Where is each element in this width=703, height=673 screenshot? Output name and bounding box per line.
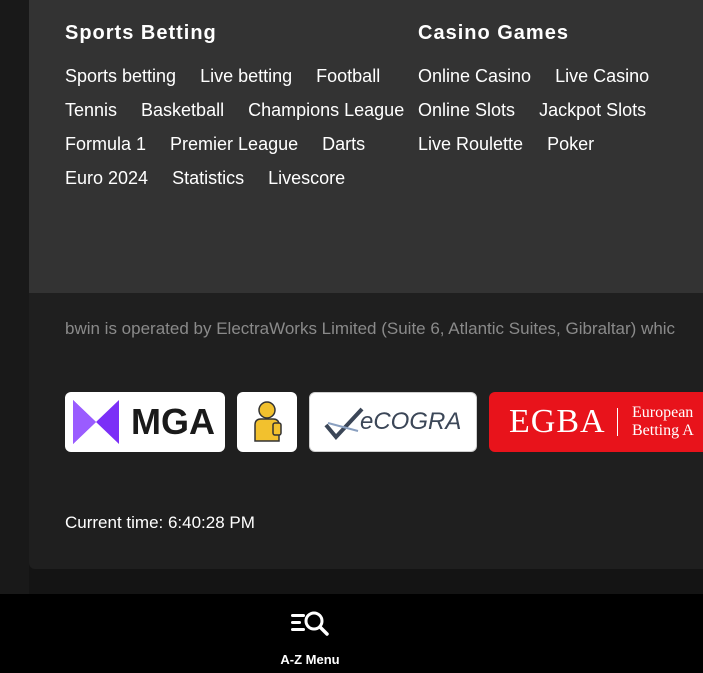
az-menu-button[interactable]: A-Z Menu <box>260 594 360 673</box>
mga-logo[interactable]: MGA <box>65 392 225 452</box>
link-jackpot-slots[interactable]: Jackpot Slots <box>539 93 646 127</box>
link-online-slots[interactable]: Online Slots <box>418 93 515 127</box>
link-poker[interactable]: Poker <box>547 127 594 161</box>
egba-logo-text: EGBA <box>509 403 606 440</box>
egba-logo[interactable]: EGBA European Betting A <box>489 392 703 452</box>
footer-links-area: Sports Betting Sports betting Live betti… <box>29 0 703 293</box>
menu-search-icon <box>291 611 329 636</box>
egba-separator <box>617 408 618 436</box>
person-icon <box>254 401 282 442</box>
operator-disclaimer: bwin is operated by ElectraWorks Limited… <box>65 319 676 338</box>
ecogra-logo-text: eCOGRA <box>360 408 462 435</box>
bottom-navigation-bar: A-Z Menu <box>0 594 703 673</box>
link-live-casino[interactable]: Live Casino <box>555 59 649 93</box>
sports-betting-column: Sports Betting Sports betting Live betti… <box>65 20 405 195</box>
link-euro-2024[interactable]: Euro 2024 <box>65 161 148 195</box>
link-live-roulette[interactable]: Live Roulette <box>418 127 523 161</box>
sports-betting-links: Sports betting Live betting Football Ten… <box>65 59 405 195</box>
site-footer: Sports Betting Sports betting Live betti… <box>29 0 703 569</box>
link-live-betting[interactable]: Live betting <box>200 59 292 93</box>
link-formula-1[interactable]: Formula 1 <box>65 127 146 161</box>
egba-subtitle-line-2: Betting A <box>632 422 694 439</box>
current-time: Current time: 6:40:28 PM <box>65 513 255 532</box>
link-statistics[interactable]: Statistics <box>172 161 244 195</box>
link-champions-league[interactable]: Champions League <box>248 93 404 127</box>
ecogra-logo[interactable]: eCOGRA <box>309 392 477 452</box>
link-basketball[interactable]: Basketball <box>141 93 224 127</box>
regulator-logos: MGA eCOGRA EGBA European Betting A <box>29 392 703 452</box>
link-livescore[interactable]: Livescore <box>268 161 345 195</box>
link-sports-betting[interactable]: Sports betting <box>65 59 176 93</box>
left-gutter <box>0 0 29 594</box>
link-premier-league[interactable]: Premier League <box>170 127 298 161</box>
az-menu-label: A-Z Menu <box>280 652 340 667</box>
mga-emblem-icon <box>73 400 119 444</box>
checkmark-icon <box>324 407 364 441</box>
link-darts[interactable]: Darts <box>322 127 365 161</box>
responsible-gaming-logo[interactable] <box>237 392 297 452</box>
casino-games-column: Casino Games Online Casino Live Casino O… <box>418 20 703 161</box>
egba-subtitle-line-1: European <box>632 404 694 421</box>
link-football[interactable]: Football <box>316 59 380 93</box>
sports-betting-heading: Sports Betting <box>65 22 217 44</box>
casino-games-links: Online Casino Live Casino Online Slots J… <box>418 59 703 161</box>
link-online-casino[interactable]: Online Casino <box>418 59 531 93</box>
egba-subtitle: European Betting A <box>632 404 694 440</box>
casino-games-heading: Casino Games <box>418 22 569 44</box>
mga-logo-text: MGA <box>131 401 215 442</box>
link-tennis[interactable]: Tennis <box>65 93 117 127</box>
